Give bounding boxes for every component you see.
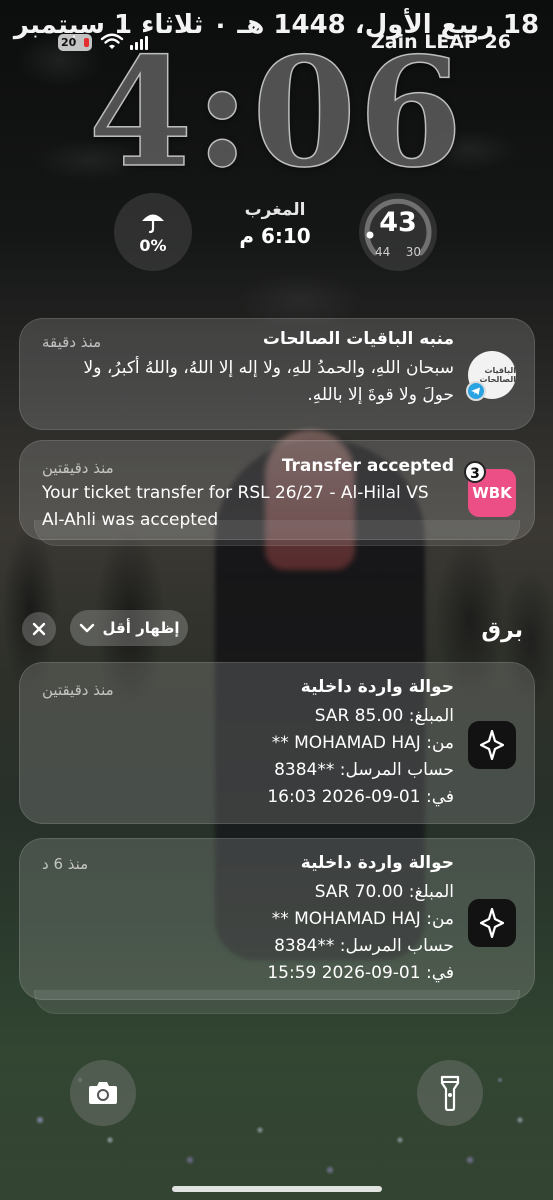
notification-body-line: سبحان اللهِ، والحمدُ للهِ، ولا إله إلا ا… [83,358,454,378]
notification-title: Transfer accepted [281,456,454,476]
show-less-button[interactable]: إظهار أقل [70,610,188,646]
home-indicator[interactable] [172,1186,382,1192]
datetime-line: في: 01-09-2026 15:59 [267,963,454,983]
rain-chance-value: 0% [139,235,167,255]
datetime-line: في: 01-09-2026 16:03 [267,787,454,807]
notification-count-badge: 3 [464,461,486,483]
rain-chance-widget[interactable]: 0% [114,193,192,271]
temperature-widget[interactable]: 43 44 30 [359,193,437,271]
flashlight-icon [440,1075,460,1111]
telegram-icon [466,381,486,401]
close-icon [32,622,46,636]
notification-munbah[interactable]: الباقيات الصالحات منبه الباقيات الصالحات… [19,318,535,430]
notification-time: منذ دقيقتين [42,459,114,477]
notification-title: حوالة واردة داخلية [300,677,454,697]
notification-barq-2[interactable]: حوالة واردة داخلية منذ 6 د المبلغ: SAR 7… [19,838,535,1000]
umbrella-icon [142,214,164,233]
notification-body: المبلغ: SAR 85.00 من: MOHAMAD HAJ ** حسا… [42,703,454,811]
notification-body: المبلغ: SAR 70.00 من: MOHAMAD HAJ ** حسا… [42,879,454,987]
notification-title: منبه الباقيات الصالحات [262,329,454,349]
munbah-app-icon: الباقيات الصالحات [466,351,516,401]
temperature-high: 44 [375,245,391,259]
notification-time: منذ دقيقة [42,333,102,351]
notification-body: سبحان اللهِ، والحمدُ للهِ، ولا إله إلا ا… [42,355,454,409]
flashlight-button[interactable] [417,1060,483,1126]
prayer-time: 6:10 م [239,224,311,248]
clear-group-button[interactable] [22,612,56,646]
barq-app-icon [468,721,516,769]
notification-group-title: برق [481,618,523,643]
sender-account-line: حساب المرسل: **8384 [274,760,454,780]
prayer-name: المغرب [244,200,306,220]
notification-title: حوالة واردة داخلية [300,853,454,873]
amount-line: المبلغ: SAR 70.00 [314,882,454,902]
chevron-down-icon [79,623,94,633]
sender-line: من: MOHAMAD HAJ ** [271,909,454,929]
lock-screen-clock: 4:06 [88,25,465,201]
temperature-low: 30 [405,245,421,259]
webook-app-icon: WBK 3 [464,461,516,517]
sender-account-line: حساب المرسل: **8384 [274,936,454,956]
notification-body: Your ticket transfer for RSL 26/27 - Al-… [42,480,454,534]
barq-logo [468,899,516,947]
amount-line: المبلغ: SAR 85.00 [314,706,454,726]
camera-button[interactable] [70,1060,136,1126]
prayer-time-widget[interactable]: المغرب 6:10 م [200,200,350,248]
camera-icon [89,1082,117,1104]
show-less-label: إظهار أقل [102,619,180,637]
notification-body-line: Al-Ahli was accepted [42,510,219,530]
sender-line: من: MOHAMAD HAJ ** [271,733,454,753]
notification-time: منذ 6 د [42,855,89,873]
notification-body-line: Your ticket transfer for RSL 26/27 - Al-… [42,483,429,503]
notification-time: منذ دقيقتين [42,681,114,699]
notification-barq-1[interactable]: حوالة واردة داخلية منذ دقيقتين المبلغ: S… [19,662,535,824]
notification-webook[interactable]: WBK 3 Transfer accepted منذ دقيقتين Your… [19,440,535,540]
barq-app-icon [468,899,516,947]
barq-logo [468,721,516,769]
notification-body-line: حولَ ولا قوةَ إلا باللهِ. [307,385,454,405]
current-temperature: 43 [379,207,417,238]
